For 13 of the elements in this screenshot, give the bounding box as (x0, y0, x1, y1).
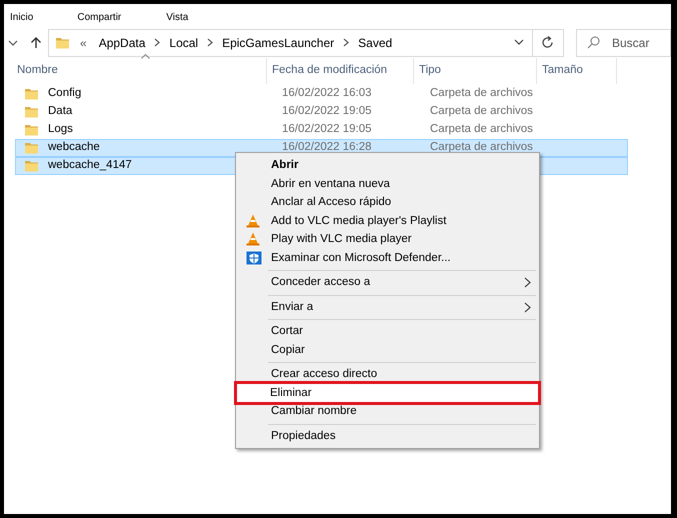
date-cell-text: 16/02/2022 19:05 (282, 122, 373, 138)
type-cell-text: Carpeta de archivos (430, 86, 533, 102)
type-cell-text: Carpeta de archivos (430, 140, 533, 156)
file-name: Config (48, 86, 82, 102)
file-name: webcache_4147 (48, 158, 132, 174)
file-name: Data (48, 104, 72, 120)
file-name: Logs (48, 122, 73, 138)
date-cell-text: 16/02/2022 16:28 (282, 140, 373, 156)
date-cell-text: 16/02/2022 16:03 (282, 86, 373, 102)
file-name: webcache (48, 140, 100, 156)
date-cell-text: 16/02/2022 19:05 (282, 104, 373, 120)
type-cell-text: Carpeta de archivos (430, 122, 533, 138)
type-cell-text: Carpeta de archivos (430, 104, 533, 120)
